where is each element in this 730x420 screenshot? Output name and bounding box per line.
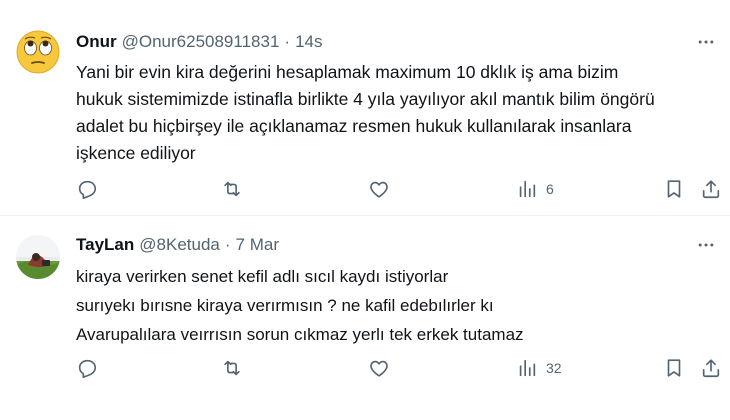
- action-bar: 6: [76, 177, 726, 201]
- display-name[interactable]: TayLan: [76, 235, 134, 255]
- more-icon: [698, 243, 714, 247]
- bookmark-icon: [667, 359, 681, 377]
- separator: ·: [284, 32, 291, 51]
- repost-icon: [224, 181, 240, 197]
- views-button[interactable]: 32: [516, 356, 562, 380]
- view-count: 32: [546, 360, 562, 376]
- timestamp[interactable]: 7 Mar: [236, 235, 279, 255]
- action-bar: 32: [76, 356, 726, 380]
- like-icon: [370, 181, 388, 198]
- views-icon: [519, 359, 536, 377]
- bookmark-icon: [667, 180, 681, 198]
- timestamp[interactable]: 14s: [295, 32, 322, 52]
- like-icon: [370, 360, 388, 377]
- tweet-text-line: Yani bir evin kira değerini hesaplamak m…: [76, 62, 619, 82]
- share-button[interactable]: [700, 177, 722, 201]
- user-handle[interactable]: @Onur62508911831: [122, 32, 280, 52]
- like-button[interactable]: [368, 177, 398, 201]
- tweet[interactable]: Onur @Onur62508911831 · 14s Yani bir evi…: [0, 0, 730, 215]
- tweet-text-line: Avarupalılara veırrısın sorun cıkmaz yer…: [76, 325, 524, 344]
- bookmark-button[interactable]: [663, 177, 685, 201]
- tweet-text-line: hukuk sistemimizde istinafla birlikte 4 …: [76, 89, 655, 109]
- reply-button[interactable]: [76, 177, 106, 201]
- repost-button[interactable]: [221, 177, 251, 201]
- more-icon: [698, 40, 714, 44]
- avatar[interactable]: [16, 30, 60, 74]
- tweet-text-line: surıyekı bırısne kiraya verırmısın ? ne …: [76, 296, 494, 315]
- more-button[interactable]: [694, 31, 718, 53]
- reply-button[interactable]: [76, 356, 106, 380]
- tweet[interactable]: TayLan @8Ketuda · 7 Mar kiraya verirken …: [0, 216, 730, 420]
- rolling-eyes-emoji-icon: [16, 30, 60, 74]
- view-count: 6: [546, 181, 554, 197]
- tweet-header: Onur @Onur62508911831 · 14s: [76, 31, 323, 53]
- profile-photo-icon: [16, 235, 60, 279]
- tweet-text-line: işkence ediliyor: [76, 143, 196, 163]
- reply-icon: [78, 180, 97, 199]
- tweet-text: Yani bir evin kira değerini hesaplamak m…: [76, 59, 716, 167]
- tweet-text: kiraya verirken senet kefil adlı sıcıl k…: [76, 262, 716, 349]
- views-icon: [519, 180, 536, 198]
- tweet-text-line: kiraya verirken senet kefil adlı sıcıl k…: [76, 267, 449, 286]
- more-button[interactable]: [694, 234, 718, 256]
- share-button[interactable]: [700, 356, 722, 380]
- user-handle[interactable]: @8Ketuda: [139, 235, 220, 255]
- bookmark-button[interactable]: [663, 356, 685, 380]
- repost-button[interactable]: [221, 356, 251, 380]
- avatar[interactable]: [16, 235, 60, 279]
- display-name[interactable]: Onur: [76, 32, 117, 52]
- reply-icon: [78, 359, 97, 378]
- repost-icon: [224, 360, 240, 376]
- like-button[interactable]: [368, 356, 398, 380]
- share-icon: [702, 359, 720, 378]
- tweet-text-line: adalet bu hiçbirşey ile açıklanamaz resm…: [76, 116, 632, 136]
- views-button[interactable]: 6: [516, 177, 554, 201]
- tweet-header: TayLan @8Ketuda · 7 Mar: [76, 234, 279, 256]
- share-icon: [702, 180, 720, 199]
- separator: ·: [224, 235, 231, 254]
